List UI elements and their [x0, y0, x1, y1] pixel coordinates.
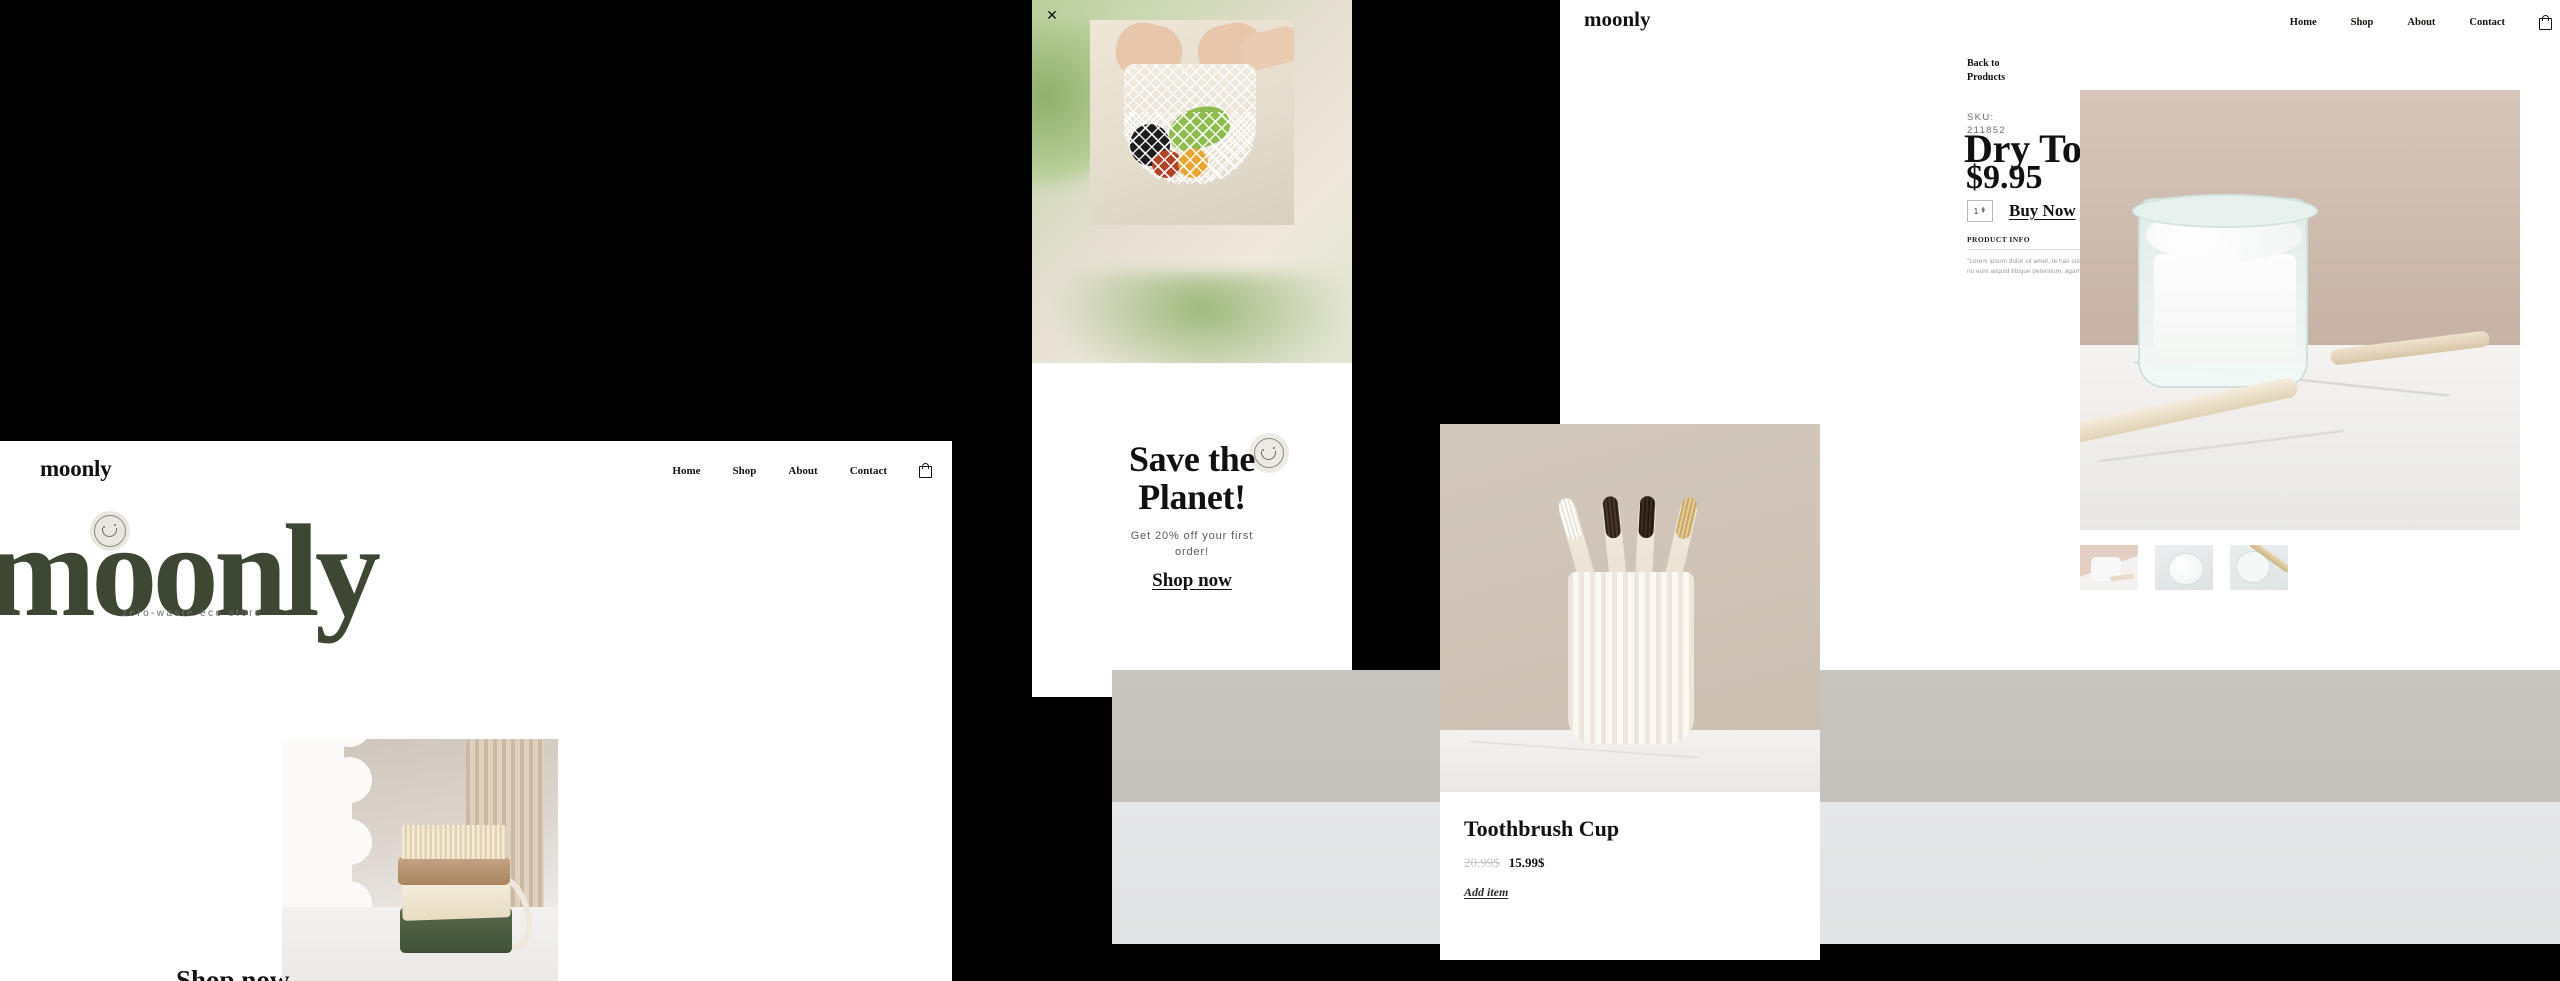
product-logo[interactable]: moonly [1584, 7, 1651, 32]
product-nav-shop[interactable]: Shop [2351, 17, 2374, 28]
popup-inner-photo [1090, 20, 1294, 225]
thumbnail-3[interactable] [2230, 545, 2288, 590]
product-info-title: PRODUCT INFO [1967, 235, 2030, 244]
smiley-eye-right [114, 524, 116, 526]
product-navbar: moonly Home Shop About Contact [1560, 0, 2560, 44]
product-card-body: Toothbrush Cup 20.99$ 15.99$ Add item [1440, 792, 1820, 960]
bag-body [2539, 18, 2552, 30]
popup-body: Save the Planet! Get 20% off your first or… [1032, 363, 1352, 697]
product-card-new-price: 15.99$ [1508, 855, 1545, 870]
product-nav-home[interactable]: Home [2290, 17, 2317, 28]
quantity-stepper[interactable]: 1 ▲ ▼ [1967, 200, 1993, 222]
bag-body [919, 466, 932, 478]
shopping-bag-icon[interactable] [2539, 15, 2552, 30]
add-item-button[interactable]: Add item [1464, 885, 1508, 900]
product-card-prices: 20.99$ 15.99$ [1464, 855, 1545, 871]
popup-cta-label: Shop now [1152, 570, 1232, 591]
hero-tagline: zero-waste eco store [122, 608, 263, 619]
background-band-light [1112, 802, 2560, 944]
stepper-arrows-icon[interactable]: ▲ ▼ [1980, 206, 1986, 215]
product-card-image[interactable] [1440, 424, 1820, 792]
hero-shop-now-button[interactable]: Shop now [176, 965, 289, 981]
foliage-blur-bottom [1052, 273, 1352, 363]
jar-powder-lower [2154, 254, 2296, 364]
popup-title: Save the Planet! [1128, 439, 1256, 518]
hero-logo[interactable]: moonly [40, 456, 112, 482]
screenshot-stage: moonly Home Shop About Contact moonly ze… [0, 0, 2560, 981]
hero-nav-about[interactable]: About [788, 465, 817, 477]
buy-now-button[interactable]: Buy Now [2009, 201, 2076, 221]
smiley-sticker-icon [90, 511, 130, 551]
hero-nav-links: Home Shop About Contact [672, 463, 932, 478]
close-icon[interactable]: ✕ [1042, 5, 1062, 25]
shopping-bag-icon[interactable] [919, 463, 932, 478]
product-hero-image[interactable] [2080, 90, 2520, 530]
popup-subtitle: Get 20% off your first order! [1130, 530, 1254, 558]
toothbrush-4-bristles [1674, 496, 1699, 541]
back-to-products-link[interactable]: Back to Products [1967, 57, 2005, 84]
toothbrush-3-bristles [1638, 495, 1656, 539]
mesh-overlay [1124, 112, 1256, 184]
hero-nav-contact[interactable]: Contact [850, 465, 887, 477]
popup-hero-image: ✕ [1032, 0, 1352, 363]
popup-shop-now-button[interactable]: Shop now [1032, 570, 1352, 592]
buy-row: 1 ▲ ▼ Buy Now [1967, 200, 2076, 222]
glass-powder-jar [2132, 194, 2318, 388]
promo-popup: ✕ Save the Planet! Get 20% off your first… [1032, 0, 1352, 697]
toothbrush-2-bristles [1602, 495, 1622, 539]
background-band-warm [1112, 670, 2560, 802]
thumbnail-2[interactable] [2155, 545, 2213, 590]
hero-nav-home[interactable]: Home [672, 465, 700, 477]
thumbnail-1[interactable] [2080, 545, 2138, 590]
product-nav-about[interactable]: About [2407, 17, 2435, 28]
sku-label: SKU: [1967, 112, 1995, 123]
jar-rim [2132, 194, 2318, 228]
hero-nav-shop[interactable]: Shop [733, 465, 757, 477]
product-card-old-price: 20.99$ [1464, 855, 1500, 870]
ribbed-ceramic-cup [1568, 572, 1694, 744]
product-nav-contact[interactable]: Contact [2469, 17, 2505, 28]
product-thumbnail-gallery [2080, 545, 2288, 590]
hero-footer-row: Shop now [0, 861, 952, 981]
toothbrush-1-bristles [1557, 496, 1584, 541]
hero-navbar: moonly Home Shop About Contact [0, 441, 952, 497]
product-card-toothbrush-cup[interactable]: Toothbrush Cup 20.99$ 15.99$ Add item [1440, 424, 1820, 960]
brush-bristles [402, 825, 506, 859]
product-nav-links: Home Shop About Contact [2290, 15, 2552, 30]
hero-landing-panel: moonly Home Shop About Contact moonly ze… [0, 441, 952, 981]
product-price: $9.95 [1966, 159, 2043, 196]
product-card-name: Toothbrush Cup [1464, 816, 1620, 841]
quantity-value: 1 [1973, 206, 1979, 216]
